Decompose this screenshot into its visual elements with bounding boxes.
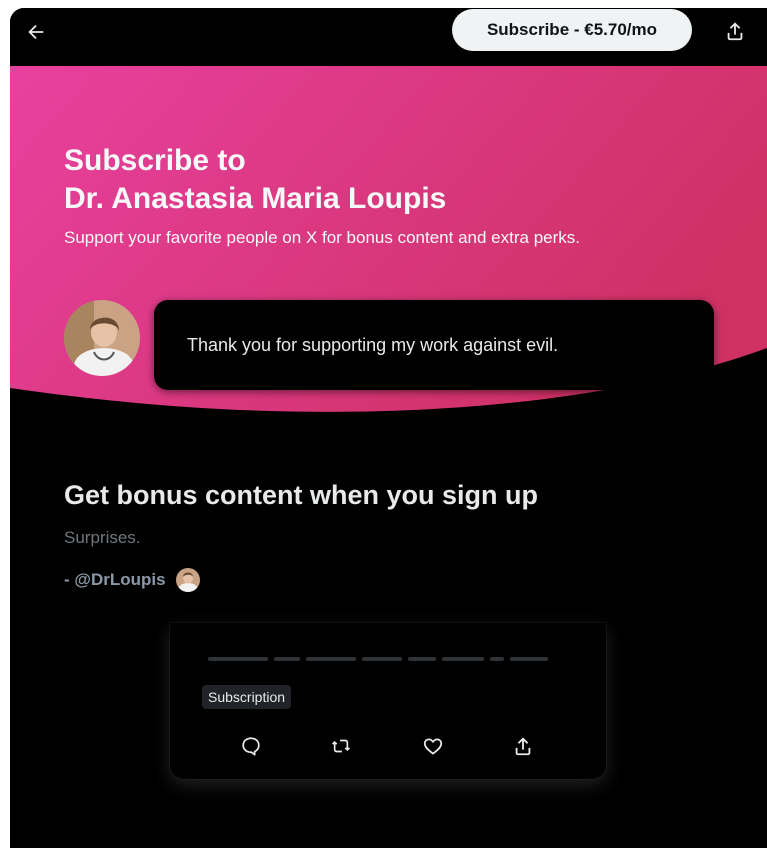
- skeleton-line: [490, 657, 504, 661]
- arrow-left-icon: [28, 24, 44, 40]
- creator-message-bubble: Thank you for supporting my work against…: [154, 300, 714, 390]
- share-icon: [515, 737, 531, 756]
- top-bar: Subscribe - €5.70/mo: [10, 8, 767, 66]
- author-avatar: [175, 568, 200, 592]
- repost-icon: [332, 739, 350, 753]
- skeleton-line: [274, 657, 300, 661]
- like-button[interactable]: [420, 733, 446, 759]
- hero-banner: Subscribe to Dr. Anastasia Maria Loupis …: [10, 66, 767, 426]
- reply-button[interactable]: [238, 733, 264, 759]
- creator-avatar: [64, 300, 140, 376]
- skeleton-line: [208, 657, 268, 661]
- subscription-modal: Subscribe - €5.70/mo Subscribe to Dr. An…: [10, 8, 767, 848]
- hero-title-line-1: Subscribe to: [64, 144, 246, 177]
- hero-subtitle: Support your favorite people on X for bo…: [64, 228, 580, 247]
- back-button[interactable]: [22, 18, 50, 46]
- author-attribution: - @DrLoupis: [64, 568, 200, 592]
- bonus-description: Surprises.: [64, 528, 141, 547]
- skeleton-line: [510, 657, 548, 661]
- share-post-button[interactable]: [510, 733, 536, 759]
- bonus-title: Get bonus content when you sign up: [64, 480, 538, 510]
- subscription-tag: Subscription: [202, 685, 292, 709]
- skeleton-line: [442, 657, 484, 661]
- hero-title: Subscribe to Dr. Anastasia Maria Loupis: [64, 142, 446, 218]
- like-icon: [423, 738, 443, 755]
- hero-title-line-2: Dr. Anastasia Maria Loupis: [64, 182, 447, 215]
- share-button[interactable]: [722, 18, 748, 44]
- skeleton-line: [408, 657, 436, 661]
- share-icon: [727, 22, 743, 41]
- reply-icon: [242, 737, 260, 756]
- author-handle[interactable]: - @DrLoupis: [64, 570, 166, 590]
- skeleton-line: [362, 657, 402, 661]
- post-preview-card: Subscription: [170, 623, 606, 779]
- skeleton-line: [306, 657, 356, 661]
- subscribe-button[interactable]: Subscribe - €5.70/mo: [452, 9, 692, 51]
- repost-button[interactable]: [328, 733, 354, 759]
- creator-message: Thank you for supporting my work against…: [187, 334, 559, 355]
